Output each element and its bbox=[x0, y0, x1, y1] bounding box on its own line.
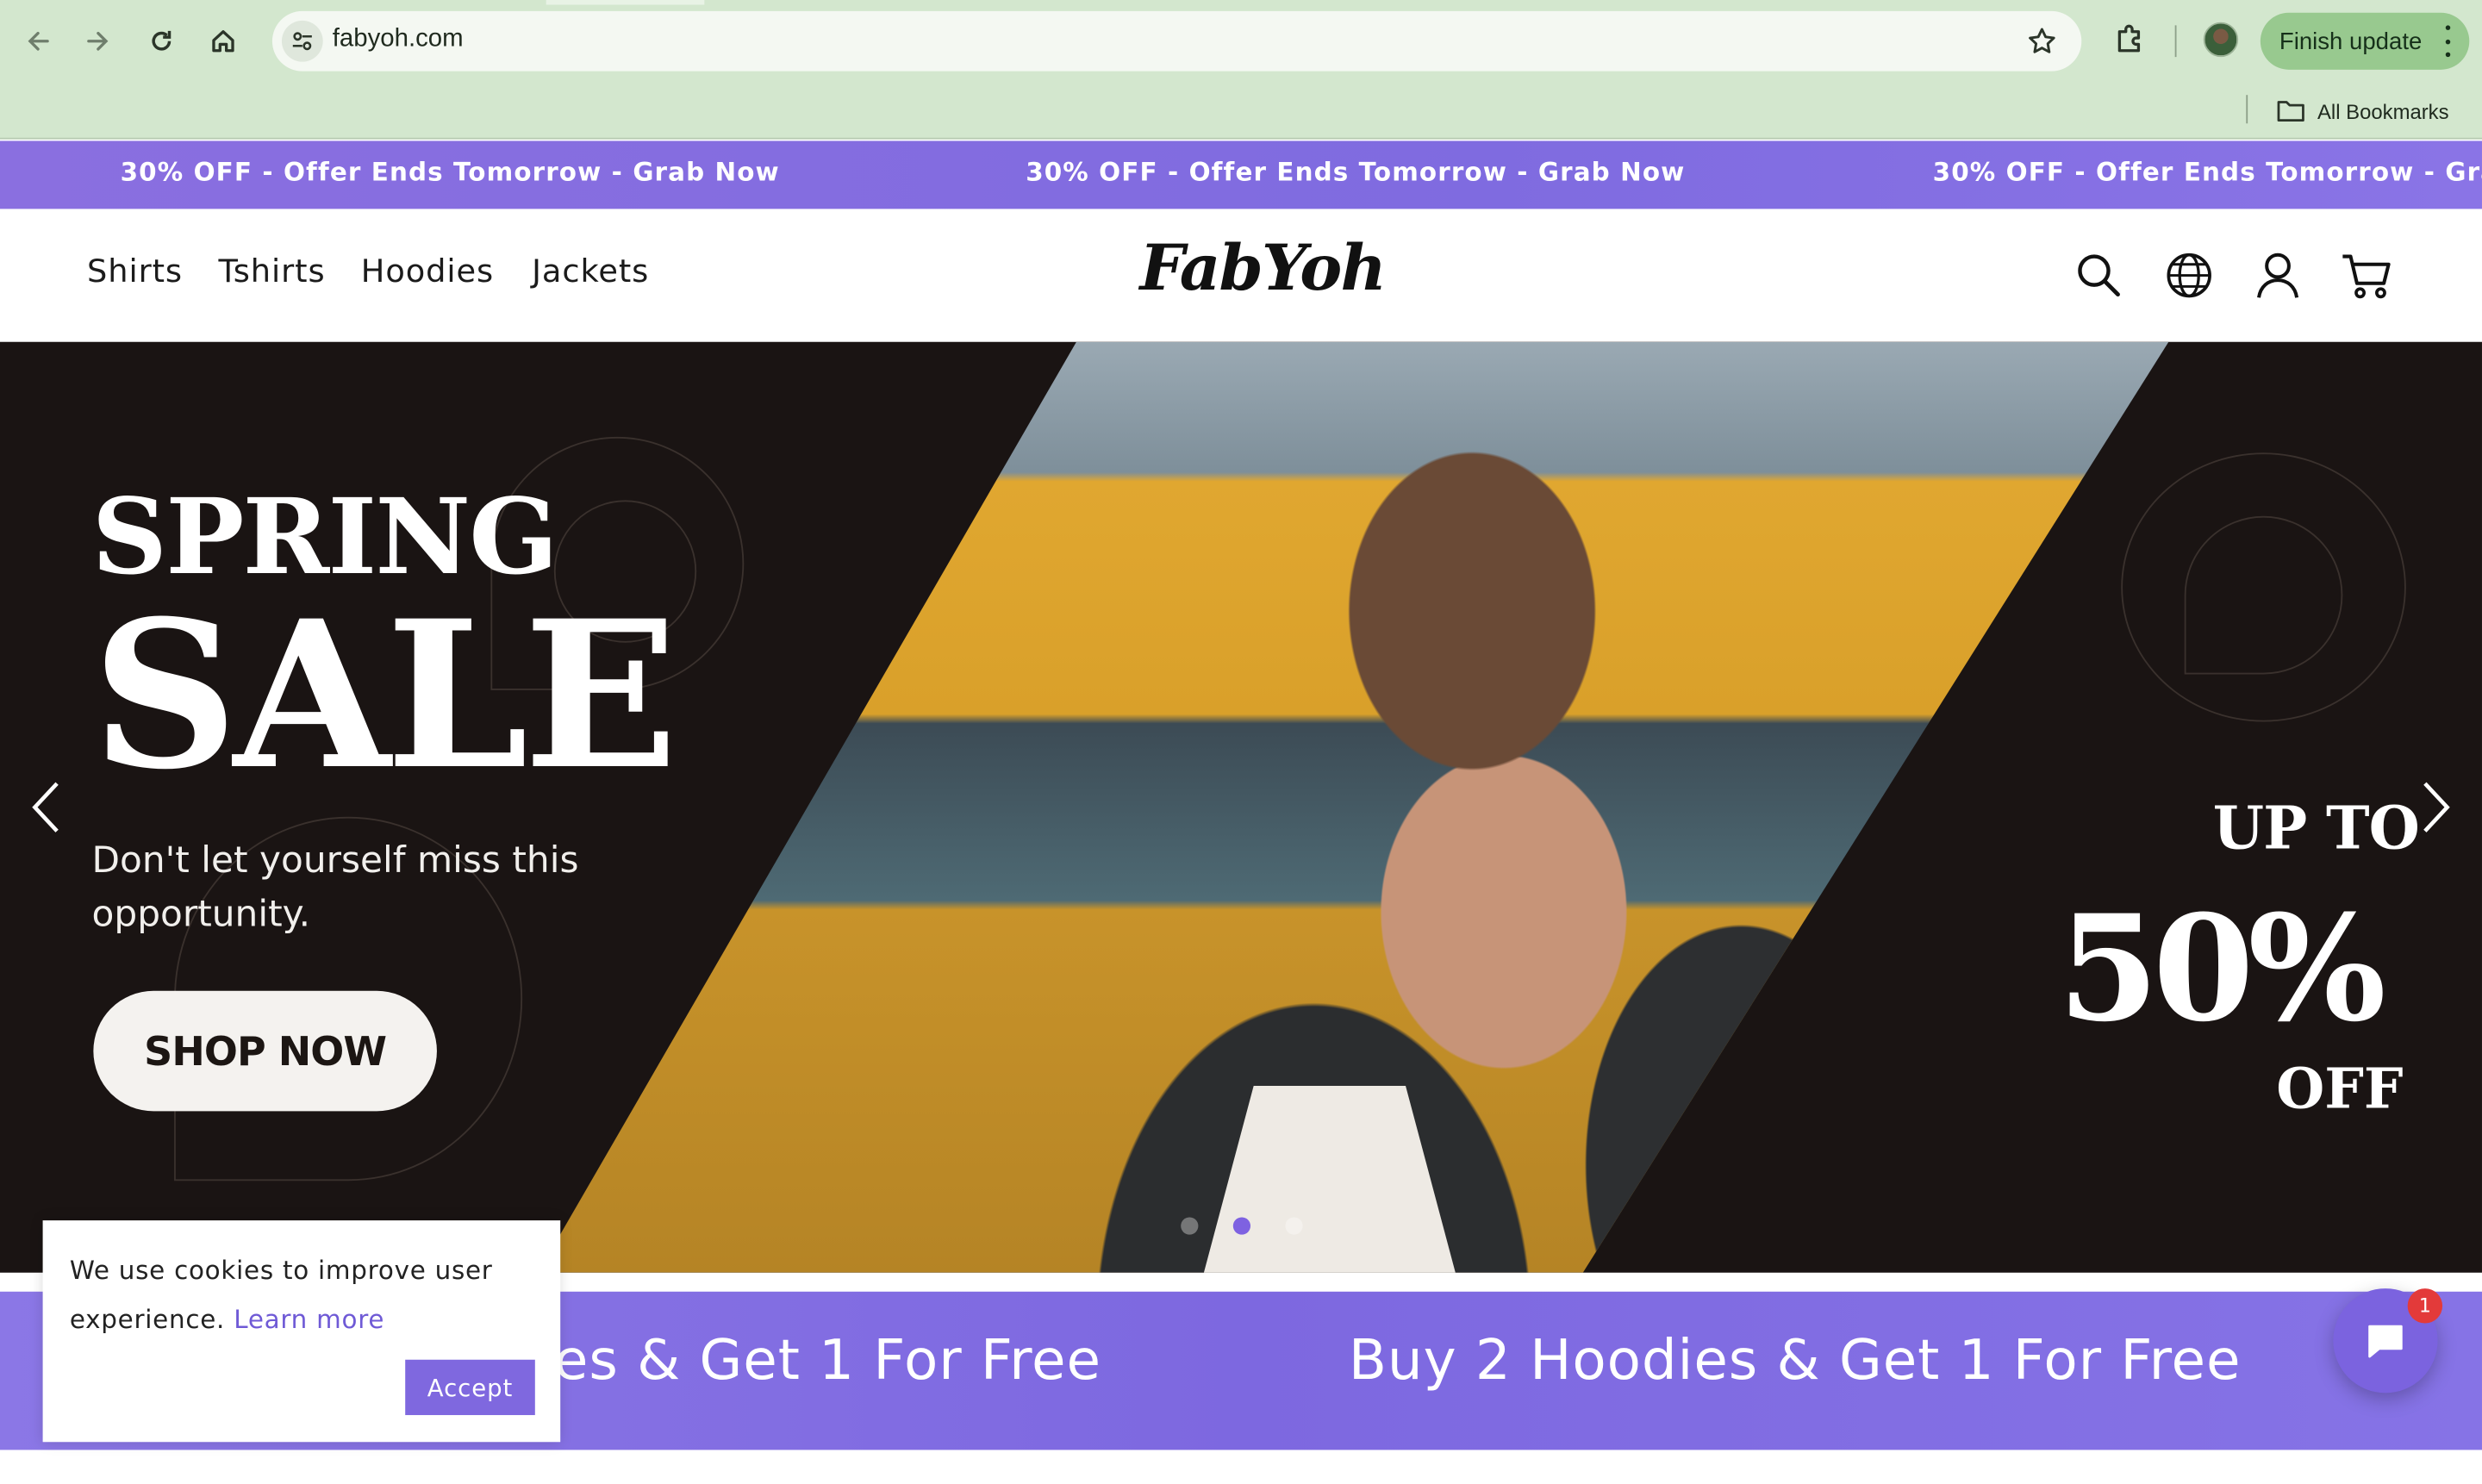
chevron-right-icon bbox=[2423, 782, 2450, 832]
bookmarks-divider bbox=[2246, 95, 2248, 124]
home-icon bbox=[212, 30, 234, 53]
hero-discount-percent: 50% bbox=[2057, 882, 2386, 1055]
cookie-message: We use cookies to improve user experienc… bbox=[70, 1246, 529, 1344]
back-icon bbox=[28, 31, 49, 51]
carousel-dots bbox=[1181, 1217, 1303, 1235]
site-settings-button[interactable] bbox=[281, 20, 323, 62]
carousel-dot[interactable] bbox=[1181, 1217, 1199, 1235]
announcement-item[interactable]: 30% OFF - Offer Ends Tomorrow - Grab Now bbox=[121, 157, 780, 187]
all-bookmarks-label: All Bookmarks bbox=[2317, 98, 2449, 123]
nav-link-jackets[interactable]: Jackets bbox=[532, 252, 649, 290]
finish-update-button[interactable]: Finish update bbox=[2260, 12, 2470, 70]
search-button[interactable] bbox=[2070, 247, 2127, 304]
nav-link-shirts[interactable]: Shirts bbox=[87, 252, 183, 290]
globe-icon bbox=[2167, 253, 2211, 298]
shop-now-button[interactable]: SHOP NOW bbox=[93, 990, 437, 1112]
accept-cookies-button[interactable]: Accept bbox=[405, 1359, 535, 1416]
account-button[interactable] bbox=[2249, 247, 2306, 304]
folder-icon bbox=[2277, 101, 2304, 122]
all-bookmarks-button[interactable]: All Bookmarks bbox=[2276, 93, 2449, 128]
reload-icon bbox=[152, 30, 171, 51]
extensions-button[interactable] bbox=[2110, 19, 2151, 60]
account-icon bbox=[2257, 253, 2299, 298]
carousel-dot-active[interactable] bbox=[1232, 1217, 1251, 1235]
hero-tagline: Don't let yourself miss this opportunity… bbox=[91, 840, 579, 936]
reload-button[interactable] bbox=[136, 16, 187, 66]
floral-decoration bbox=[2184, 515, 2343, 675]
cookie-banner: We use cookies to improve user experienc… bbox=[42, 1220, 561, 1443]
announcement-item[interactable]: 30% OFF - Offer Ends Tomorrow - Grab Now bbox=[1026, 157, 1685, 187]
toolbar-divider bbox=[2174, 25, 2177, 58]
nav-link-tshirts[interactable]: Tshirts bbox=[218, 252, 325, 290]
carousel-dot[interactable] bbox=[1285, 1217, 1303, 1235]
browser-window: fabyoh.com Finish update All Bookmarks 3… bbox=[0, 0, 2482, 1484]
browser-toolbar: fabyoh.com Finish update All Bookmarks bbox=[0, 0, 2482, 140]
finish-update-label: Finish update bbox=[2279, 28, 2423, 55]
learn-more-link[interactable]: Learn more bbox=[234, 1304, 384, 1334]
url-text: fabyoh.com bbox=[332, 25, 464, 53]
profile-avatar[interactable] bbox=[2203, 22, 2239, 58]
forward-button[interactable] bbox=[72, 16, 123, 66]
more-menu-icon[interactable] bbox=[2444, 25, 2450, 58]
bookmark-star-icon bbox=[2029, 28, 2055, 53]
cart-icon bbox=[2342, 254, 2391, 299]
nav-link-hoodies[interactable]: Hoodies bbox=[361, 252, 494, 290]
hero-banner[interactable]: SPRING SALE Don't let yourself miss this… bbox=[0, 341, 2482, 1273]
promo-item[interactable]: Buy 2 Hoodies & Get 1 For Free bbox=[1349, 1330, 2242, 1393]
announcement-bar: 30% OFF - Offer Ends Tomorrow - Grab Now… bbox=[0, 140, 2482, 209]
extensions-icon bbox=[2117, 24, 2141, 53]
home-button[interactable] bbox=[198, 16, 249, 66]
hero-off: OFF bbox=[2276, 1057, 2404, 1123]
hero-up-to: UP TO bbox=[2212, 793, 2420, 864]
chat-icon bbox=[2368, 1325, 2403, 1358]
promo-item[interactable]: es & Get 1 For Free bbox=[554, 1330, 1101, 1393]
tab-indicator bbox=[546, 0, 705, 5]
chat-notification-badge: 1 bbox=[2407, 1288, 2443, 1324]
back-button[interactable] bbox=[13, 16, 64, 66]
store-logo[interactable]: FabYoh bbox=[1139, 231, 1386, 305]
site-settings-icon bbox=[292, 32, 312, 51]
language-button[interactable] bbox=[2161, 247, 2217, 304]
carousel-next-button[interactable] bbox=[2412, 779, 2460, 836]
hero-title-sale: SALE bbox=[91, 577, 678, 815]
forward-icon bbox=[87, 31, 109, 51]
chevron-left-icon bbox=[32, 782, 59, 832]
search-icon bbox=[2078, 254, 2120, 297]
bookmark-star-button[interactable] bbox=[2024, 24, 2059, 59]
carousel-prev-button[interactable] bbox=[22, 779, 70, 836]
store-header: Shirts Tshirts Hoodies Jackets FabYoh bbox=[0, 209, 2482, 342]
address-bar[interactable]: fabyoh.com bbox=[271, 10, 2082, 72]
hero-title-spring: SPRING bbox=[91, 475, 558, 599]
announcement-item[interactable]: 30% OFF - Offer Ends Tomorrow - Grab N bbox=[1933, 157, 2482, 187]
cart-button[interactable] bbox=[2338, 247, 2395, 304]
